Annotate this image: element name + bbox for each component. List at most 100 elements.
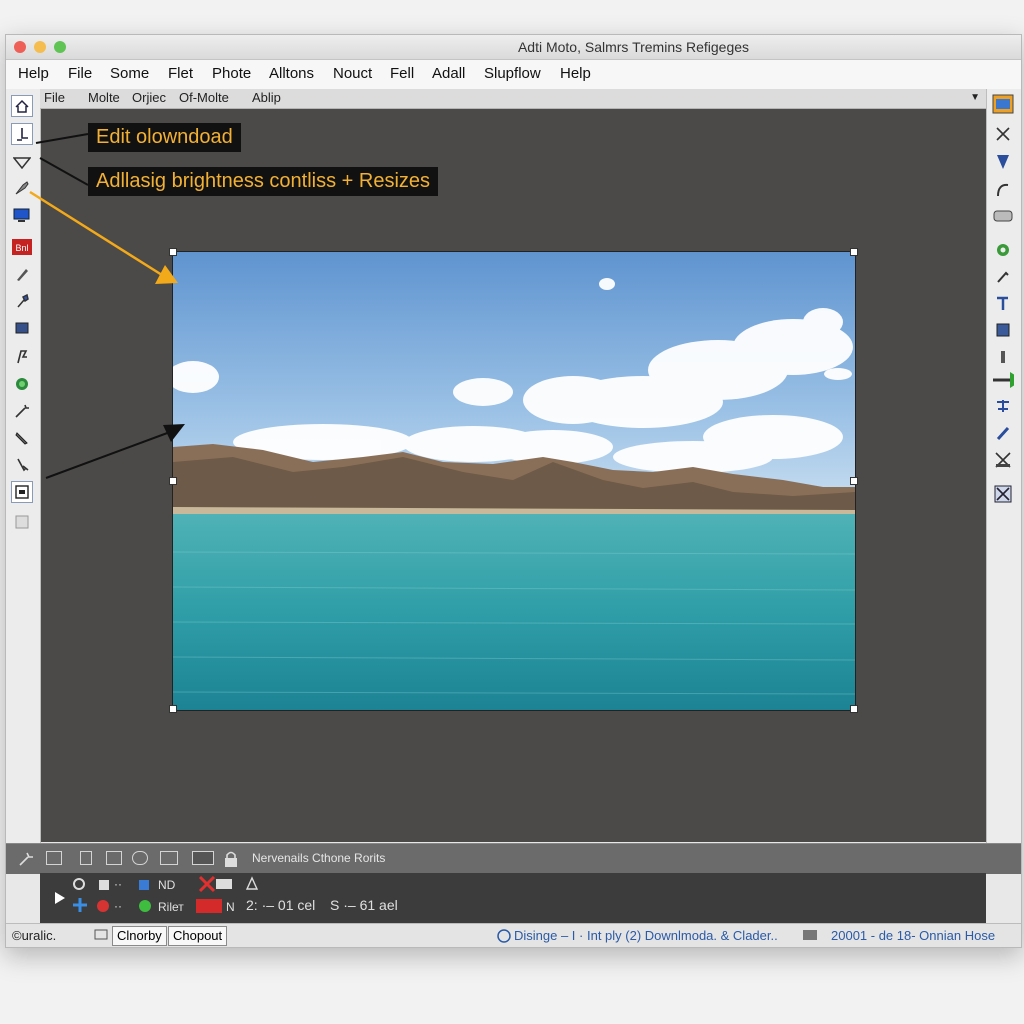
status-button-2[interactable]: Chopout xyxy=(168,926,228,946)
bolt-icon[interactable] xyxy=(992,346,1014,368)
panel-frame-icon[interactable] xyxy=(46,851,62,865)
arrow-right-icon[interactable] xyxy=(992,369,1014,391)
callout-edit: Edit olowndoad xyxy=(88,123,241,152)
menu-nouct[interactable]: Nouct xyxy=(333,65,372,82)
delete-icon[interactable] xyxy=(198,875,234,893)
resize-handle-br[interactable] xyxy=(850,705,858,713)
status-middle: Disinge – I · Int ply (2) Downlmoda. & C… xyxy=(514,928,778,943)
panel-view-icon[interactable] xyxy=(160,851,178,865)
panel-doc-icon[interactable] xyxy=(80,851,92,865)
layer-icon[interactable] xyxy=(11,317,33,339)
hammer-icon[interactable] xyxy=(992,292,1014,314)
pipette-icon[interactable] xyxy=(992,265,1014,287)
menu-adall[interactable]: Adall xyxy=(432,65,465,82)
menu-bar: Help File Some Flet Phote Alltons Nouct … xyxy=(6,60,1021,90)
menu-file[interactable]: File xyxy=(68,65,92,82)
transform-icon[interactable] xyxy=(992,449,1014,471)
badge-icon[interactable]: Bnl xyxy=(11,236,33,258)
layers-panel: ·· ND ·· Rilет N 2: ·– 01 cel S ·– 61 ae… xyxy=(40,873,986,923)
layers-icon[interactable] xyxy=(992,319,1014,341)
needle-icon[interactable] xyxy=(11,454,33,476)
gears-icon[interactable] xyxy=(992,395,1014,417)
crosshair-icon[interactable] xyxy=(992,123,1014,145)
chevron-down-icon[interactable]: ▼ xyxy=(970,92,980,103)
menu-slupflow[interactable]: Slupflow xyxy=(484,65,541,82)
row2-value-a: 2: ·– 01 cel xyxy=(246,897,316,913)
status-left: ©uralic. xyxy=(12,928,57,943)
pen-icon[interactable] xyxy=(11,123,33,145)
status-button-1[interactable]: Clnorby xyxy=(112,926,167,946)
menu-help-2[interactable]: Help xyxy=(560,65,591,82)
home-icon[interactable] xyxy=(11,95,33,117)
green-dot-icon[interactable] xyxy=(138,899,152,913)
row2-label: Rilет xyxy=(158,900,184,914)
resize-handle-mr[interactable] xyxy=(850,477,858,485)
knife-icon[interactable] xyxy=(11,427,33,449)
row2-n: N xyxy=(226,900,235,914)
info-icon xyxy=(497,929,511,943)
menu-flet[interactable]: Flet xyxy=(168,65,193,82)
menu-help[interactable]: Help xyxy=(18,65,49,82)
blue-square-icon[interactable] xyxy=(138,879,150,891)
row1-label: ND xyxy=(158,878,176,892)
options-bar: File Molte Orjiec Of-Molte Ablip ▼ xyxy=(40,89,986,109)
brush2-icon[interactable] xyxy=(992,422,1014,444)
row2-dots: ·· xyxy=(114,899,122,913)
status-right: 20001 - de 18- Onnian Hose xyxy=(831,928,996,943)
wand-icon[interactable] xyxy=(18,851,36,867)
brush-icon[interactable] xyxy=(11,177,33,199)
row2-value-b: S ·– 61 ael xyxy=(330,897,398,913)
rect-icon[interactable] xyxy=(992,205,1014,227)
printer-icon xyxy=(803,930,817,940)
sub-file[interactable]: File xyxy=(44,90,65,105)
globe-icon[interactable] xyxy=(11,373,33,395)
panel-header: Nervenails Cthone Rorits xyxy=(6,843,1021,874)
landscape-photo[interactable] xyxy=(173,252,855,710)
panel-gear-icon[interactable] xyxy=(132,851,148,865)
resize-handle-tl[interactable] xyxy=(169,248,177,256)
sub-ablip[interactable]: Ablip xyxy=(252,90,281,105)
sub-molte[interactable]: Molte xyxy=(88,90,120,105)
left-toolbar: Bnl xyxy=(6,89,41,849)
document-canvas[interactable] xyxy=(41,109,986,842)
red-dot-icon[interactable] xyxy=(96,899,110,913)
callout-adjust: Adllasig brightness contliss + Resizes xyxy=(88,167,439,196)
bell-icon[interactable] xyxy=(244,875,268,891)
square-icon[interactable] xyxy=(11,511,33,533)
monitor-icon xyxy=(94,929,108,940)
play-icon[interactable] xyxy=(54,891,66,905)
row1-dots: ·· xyxy=(114,877,122,891)
menu-fell[interactable]: Fell xyxy=(390,65,414,82)
menu-phote[interactable]: Phote xyxy=(212,65,251,82)
panel-copy-icon[interactable] xyxy=(106,851,122,865)
frame-icon[interactable] xyxy=(11,481,33,503)
sub-orjiec[interactable]: Orjiec xyxy=(132,90,166,105)
color-swatch-icon[interactable] xyxy=(196,899,222,913)
select-icon[interactable] xyxy=(992,151,1014,173)
pen-tool-icon[interactable] xyxy=(11,345,33,367)
image-icon[interactable] xyxy=(992,93,1014,115)
sub-of-molte[interactable]: Of-Molte xyxy=(179,90,229,105)
panel-title: Nervenails Cthone Rorits xyxy=(252,851,386,865)
gear-icon[interactable] xyxy=(992,239,1014,261)
menu-alltons[interactable]: Alltons xyxy=(269,65,314,82)
filter-icon[interactable] xyxy=(992,483,1014,505)
square-small-icon[interactable] xyxy=(98,879,110,891)
menu-some[interactable]: Some xyxy=(110,65,149,82)
resize-handle-bl[interactable] xyxy=(169,705,177,713)
add-icon[interactable] xyxy=(72,897,88,913)
wand-icon[interactable] xyxy=(11,400,33,422)
right-toolbar xyxy=(986,89,1021,849)
badge-label: Bnl xyxy=(15,243,28,253)
refresh-icon[interactable] xyxy=(72,877,86,891)
pencil-icon[interactable] xyxy=(11,263,33,285)
panel-image-icon[interactable] xyxy=(192,851,214,865)
shape-icon[interactable] xyxy=(11,151,33,173)
curve-icon[interactable] xyxy=(992,179,1014,201)
resize-handle-ml[interactable] xyxy=(169,477,177,485)
lock-icon[interactable] xyxy=(222,850,240,868)
resize-handle-tr[interactable] xyxy=(850,248,858,256)
screen-icon[interactable] xyxy=(11,204,33,226)
eyedropper-icon[interactable] xyxy=(11,290,33,312)
status-bar: ©uralic. Clnorby Chopout Disinge – I · I… xyxy=(6,923,1021,947)
